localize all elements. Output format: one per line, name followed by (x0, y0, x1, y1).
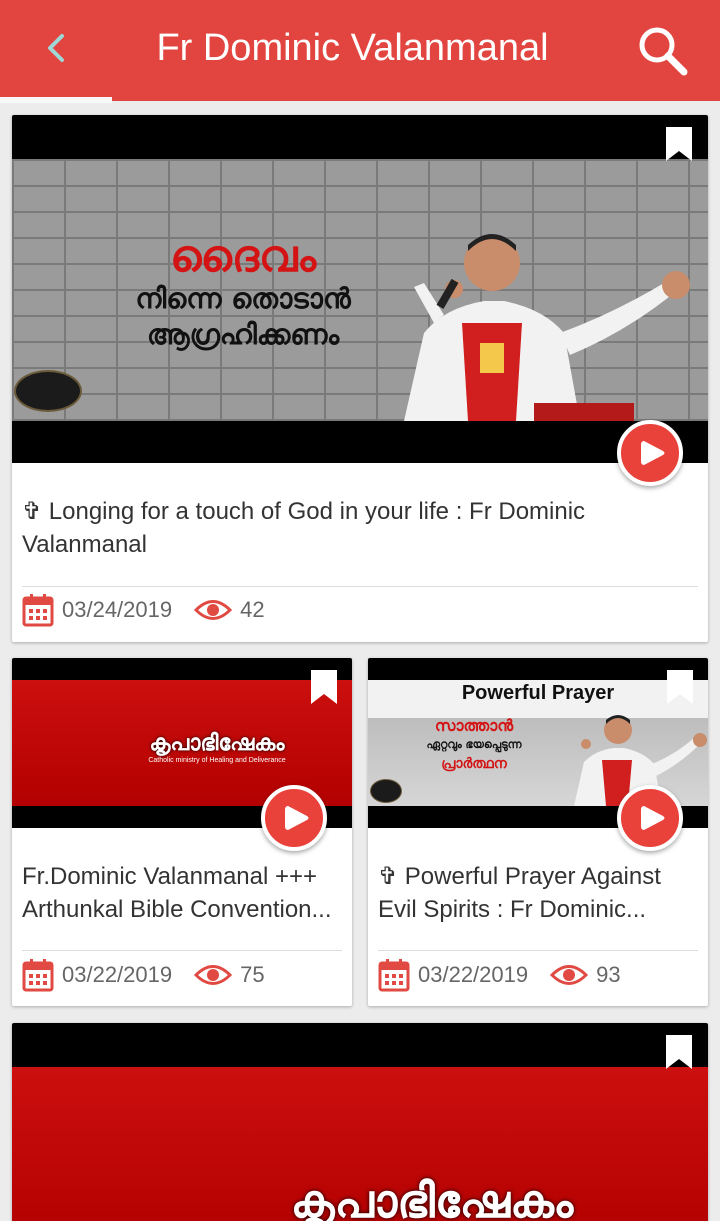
video-card-featured[interactable]: കൃപാഭിഷേകം (12, 1023, 708, 1221)
views-eye-icon (550, 965, 589, 985)
divider (22, 586, 698, 587)
video-card[interactable]: Powerful Prayer സാത്താൻ ഏറ്റവും ഭയപ്പെടു… (368, 658, 708, 1006)
video-meta: 03/22/2019 93 (378, 955, 621, 995)
thumbnail-caption: സാത്താൻ ഏറ്റവും ഭയപ്പെടുന്ന പ്രാർത്ഥന (426, 716, 522, 772)
divider (22, 950, 342, 951)
channel-logo (14, 370, 82, 412)
video-thumbnail[interactable]: കൃപാഭിഷേകം (12, 1023, 708, 1221)
thumbnail-caption: കൃപാഭിഷേകം Catholic ministry of Healing … (148, 730, 286, 764)
video-date: 03/22/2019 (62, 962, 173, 987)
play-icon (641, 806, 665, 830)
page-title: Fr Dominic Valanmanal (156, 27, 549, 69)
play-icon (285, 806, 309, 830)
video-date: 03/24/2019 (62, 597, 173, 622)
bookmark-icon[interactable] (664, 1033, 694, 1071)
video-views: 93 (596, 962, 621, 987)
divider (378, 950, 698, 951)
tab-indicator (0, 97, 112, 103)
play-button[interactable] (617, 785, 683, 851)
search-button[interactable] (634, 22, 690, 78)
preacher-figure (404, 234, 690, 421)
bookmark-icon[interactable] (665, 668, 695, 706)
thumbnail-caption: ദൈവം നിന്നെ തൊടാൻ ആഗ്രഹിക്കണം (135, 231, 351, 352)
calendar-icon (22, 594, 54, 627)
calendar-icon (378, 959, 410, 992)
thumbnail-heading: Powerful Prayer (461, 682, 615, 704)
video-title[interactable]: ✞ Powerful Prayer Against Evil Spirits :… (378, 860, 698, 926)
play-button[interactable] (617, 420, 683, 486)
channel-logo (370, 779, 402, 803)
views-eye-icon (194, 600, 233, 620)
video-meta: 03/22/2019 75 (22, 955, 265, 995)
bookmark-icon[interactable] (309, 668, 339, 706)
calendar-icon (22, 959, 54, 992)
video-card[interactable]: കൃപാഭിഷേകം Catholic ministry of Healing … (12, 658, 352, 1006)
thumbnail-caption: കൃപാഭിഷേകം (290, 1174, 574, 1221)
app-bar: Fr Dominic Valanmanal (0, 0, 720, 101)
bookmark-icon[interactable] (664, 125, 694, 163)
video-title[interactable]: Fr.Dominic Valanmanal +++ Arthunkal Bibl… (22, 860, 342, 926)
video-views: 75 (240, 962, 265, 987)
video-meta: 03/24/2019 42 (22, 590, 265, 630)
views-eye-icon (194, 965, 233, 985)
video-date: 03/22/2019 (418, 962, 529, 987)
video-card-featured[interactable]: ദൈവം നിന്നെ തൊടാൻ ആഗ്രഹിക്കണം ✞ Longing … (12, 115, 708, 642)
play-button[interactable] (261, 785, 327, 851)
video-views: 42 (240, 597, 265, 622)
search-icon (639, 27, 688, 76)
play-icon (641, 441, 665, 465)
video-thumbnail[interactable]: ദൈവം നിന്നെ തൊടാൻ ആഗ്രഹിക്കണം (12, 115, 708, 463)
video-title[interactable]: ✞ Longing for a touch of God in your lif… (22, 495, 698, 561)
